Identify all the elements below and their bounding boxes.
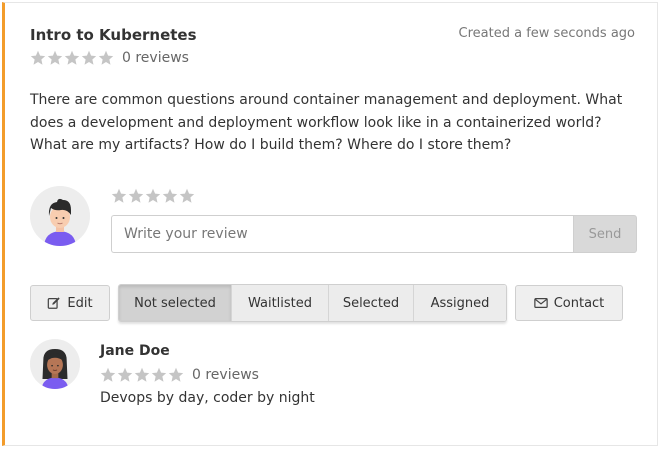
review-form: Send (111, 215, 637, 253)
status-waitlisted-button[interactable]: Waitlisted (232, 285, 329, 321)
edit-button[interactable]: Edit (30, 285, 110, 321)
star-icon (30, 50, 46, 65)
star-icon (134, 367, 150, 382)
created-timestamp: Created a few seconds ago (458, 26, 635, 41)
envelope-icon (533, 298, 548, 308)
course-title: Intro to Kubernetes (30, 26, 197, 44)
contact-button-label: Contact (553, 295, 605, 311)
author-avatar (30, 339, 80, 389)
star-icon[interactable] (145, 188, 161, 204)
contact-button[interactable]: Contact (515, 285, 623, 321)
star-icon (64, 50, 80, 65)
edit-button-label: Edit (67, 295, 93, 311)
user-avatar-icon (30, 186, 90, 246)
status-selector: Not selected Waitlisted Selected Assigne… (118, 284, 507, 322)
status-assigned-button[interactable]: Assigned (414, 285, 506, 321)
edit-icon (48, 297, 61, 309)
author-name[interactable]: Jane Doe (100, 343, 170, 359)
star-icon (47, 50, 63, 65)
reviewer-avatar (30, 186, 90, 246)
course-reviews-count[interactable]: 0 reviews (122, 50, 189, 66)
send-button[interactable]: Send (573, 215, 637, 253)
author-rating-stars (100, 367, 184, 383)
course-rating-stars (30, 50, 114, 66)
user-avatar-icon (30, 339, 80, 389)
status-selected-button[interactable]: Selected (329, 285, 414, 321)
author-reviews-count[interactable]: 0 reviews (192, 367, 259, 383)
star-icon[interactable] (128, 188, 144, 204)
star-icon (168, 367, 184, 382)
star-icon[interactable] (162, 188, 178, 204)
star-icon[interactable] (111, 188, 127, 204)
course-description: There are common questions around contai… (30, 92, 623, 153)
review-input[interactable] (111, 215, 573, 253)
star-icon (117, 367, 133, 382)
review-rating-input[interactable] (111, 188, 195, 204)
course-card: Intro to Kubernetes Created a few second… (2, 2, 658, 446)
author-rating: 0 reviews (100, 367, 259, 383)
author-bio: Devops by day, coder by night (100, 390, 315, 406)
star-icon (100, 367, 116, 382)
course-rating: 0 reviews (30, 50, 189, 66)
star-icon (151, 367, 167, 382)
star-icon (98, 50, 114, 65)
star-icon (81, 50, 97, 65)
star-icon[interactable] (179, 188, 195, 204)
status-not-selected-button[interactable]: Not selected (119, 285, 232, 321)
